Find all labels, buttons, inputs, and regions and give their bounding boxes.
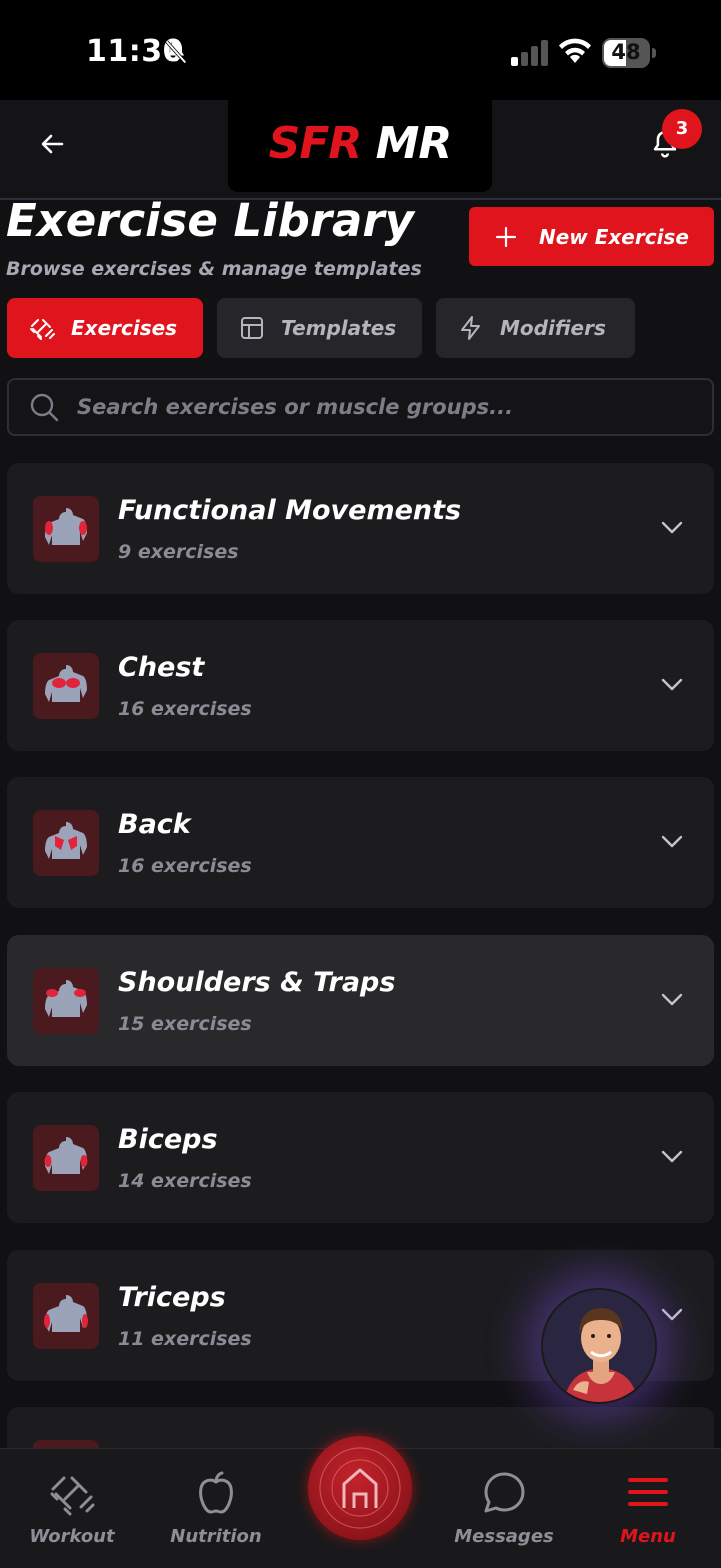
tab-label-templates: Templates (281, 316, 397, 340)
category-count: 16 exercises (118, 698, 252, 720)
dumbbell-icon (50, 1476, 95, 1516)
muscle-body-icon (33, 1283, 99, 1349)
page-subtitle: Browse exercises & manage templates (6, 258, 422, 280)
chevron-down-icon (661, 1308, 683, 1321)
nav-workout[interactable]: Workout (12, 1470, 132, 1547)
muscle-body-icon (33, 968, 99, 1034)
muscle-body-icon (33, 810, 99, 876)
search-input[interactable]: Search exercises or muscle groups... (7, 378, 714, 436)
new-exercise-button[interactable]: New Exercise (469, 207, 714, 266)
category-card-functional-movements[interactable]: Functional Movements 9 exercises (7, 463, 714, 594)
nav-label-workout: Workout (29, 1526, 115, 1547)
muscle-body-icon (33, 653, 99, 719)
category-name: Chest (118, 652, 205, 683)
plus-icon (495, 226, 517, 247)
dumbbell-icon (30, 319, 55, 340)
tab-label-exercises: Exercises (71, 316, 178, 340)
coach-avatar-button[interactable] (541, 1288, 657, 1404)
category-name: Triceps (118, 1282, 226, 1313)
logo-part-sfr: SFR (268, 118, 363, 169)
nav-label-nutrition: Nutrition (170, 1526, 262, 1547)
apple-icon (199, 1471, 233, 1514)
category-name: Functional Movements (118, 495, 462, 526)
category-name: Shoulders & Traps (118, 967, 396, 998)
category-name: Biceps (118, 1124, 218, 1155)
tab-exercises[interactable]: Exercises (7, 298, 203, 358)
app-logo[interactable]: SFR MR (228, 118, 492, 169)
nav-messages[interactable]: Messages (444, 1470, 564, 1547)
page-title: Exercise Library (6, 194, 414, 247)
chevron-down-icon (661, 1150, 683, 1163)
hamburger-menu-icon (628, 1478, 668, 1506)
category-card-biceps[interactable]: Biceps 14 exercises (7, 1092, 714, 1223)
category-count: 11 exercises (118, 1328, 252, 1350)
nav-label-messages: Messages (454, 1526, 554, 1547)
search-placeholder: Search exercises or muscle groups... (77, 395, 514, 419)
chat-bubble-icon (484, 1472, 525, 1513)
nav-nutrition[interactable]: Nutrition (156, 1470, 276, 1547)
coach-avatar-icon (543, 1290, 655, 1402)
bell-muted-icon (165, 40, 187, 64)
battery-indicator: 48 (602, 38, 656, 68)
category-card-back[interactable]: Back 16 exercises (7, 777, 714, 908)
battery-level: 48 (611, 40, 641, 64)
nav-label-menu: Menu (620, 1526, 676, 1547)
chevron-down-icon (661, 993, 683, 1006)
home-icon (319, 1447, 401, 1529)
search-icon (30, 393, 59, 422)
chevron-down-icon (661, 521, 683, 534)
notification-badge: 3 (662, 109, 702, 149)
chevron-down-icon (661, 835, 683, 848)
chevron-down-icon (661, 678, 683, 691)
nav-home-button[interactable] (308, 1436, 412, 1540)
muscle-body-icon (33, 1125, 99, 1191)
layout-template-icon (241, 317, 263, 339)
new-exercise-label: New Exercise (539, 224, 689, 249)
muscle-body-icon (33, 496, 99, 562)
nav-menu[interactable]: Menu (588, 1470, 708, 1547)
category-count: 9 exercises (118, 541, 239, 563)
category-count: 14 exercises (118, 1170, 252, 1192)
category-name: Back (118, 809, 191, 840)
wifi-icon (559, 38, 591, 63)
tab-label-modifiers: Modifiers (500, 316, 606, 340)
logo-part-mr: MR (375, 118, 453, 169)
category-card-chest[interactable]: Chest 16 exercises (7, 620, 714, 751)
category-count: 15 exercises (118, 1013, 252, 1035)
lightning-icon (461, 316, 480, 340)
tab-templates[interactable]: Templates (217, 298, 422, 358)
category-card-shoulders-traps[interactable]: Shoulders & Traps 15 exercises (7, 935, 714, 1066)
tab-modifiers[interactable]: Modifiers (436, 298, 635, 358)
category-count: 16 exercises (118, 855, 252, 877)
back-arrow-icon[interactable] (36, 128, 68, 160)
signal-icon (511, 40, 548, 66)
